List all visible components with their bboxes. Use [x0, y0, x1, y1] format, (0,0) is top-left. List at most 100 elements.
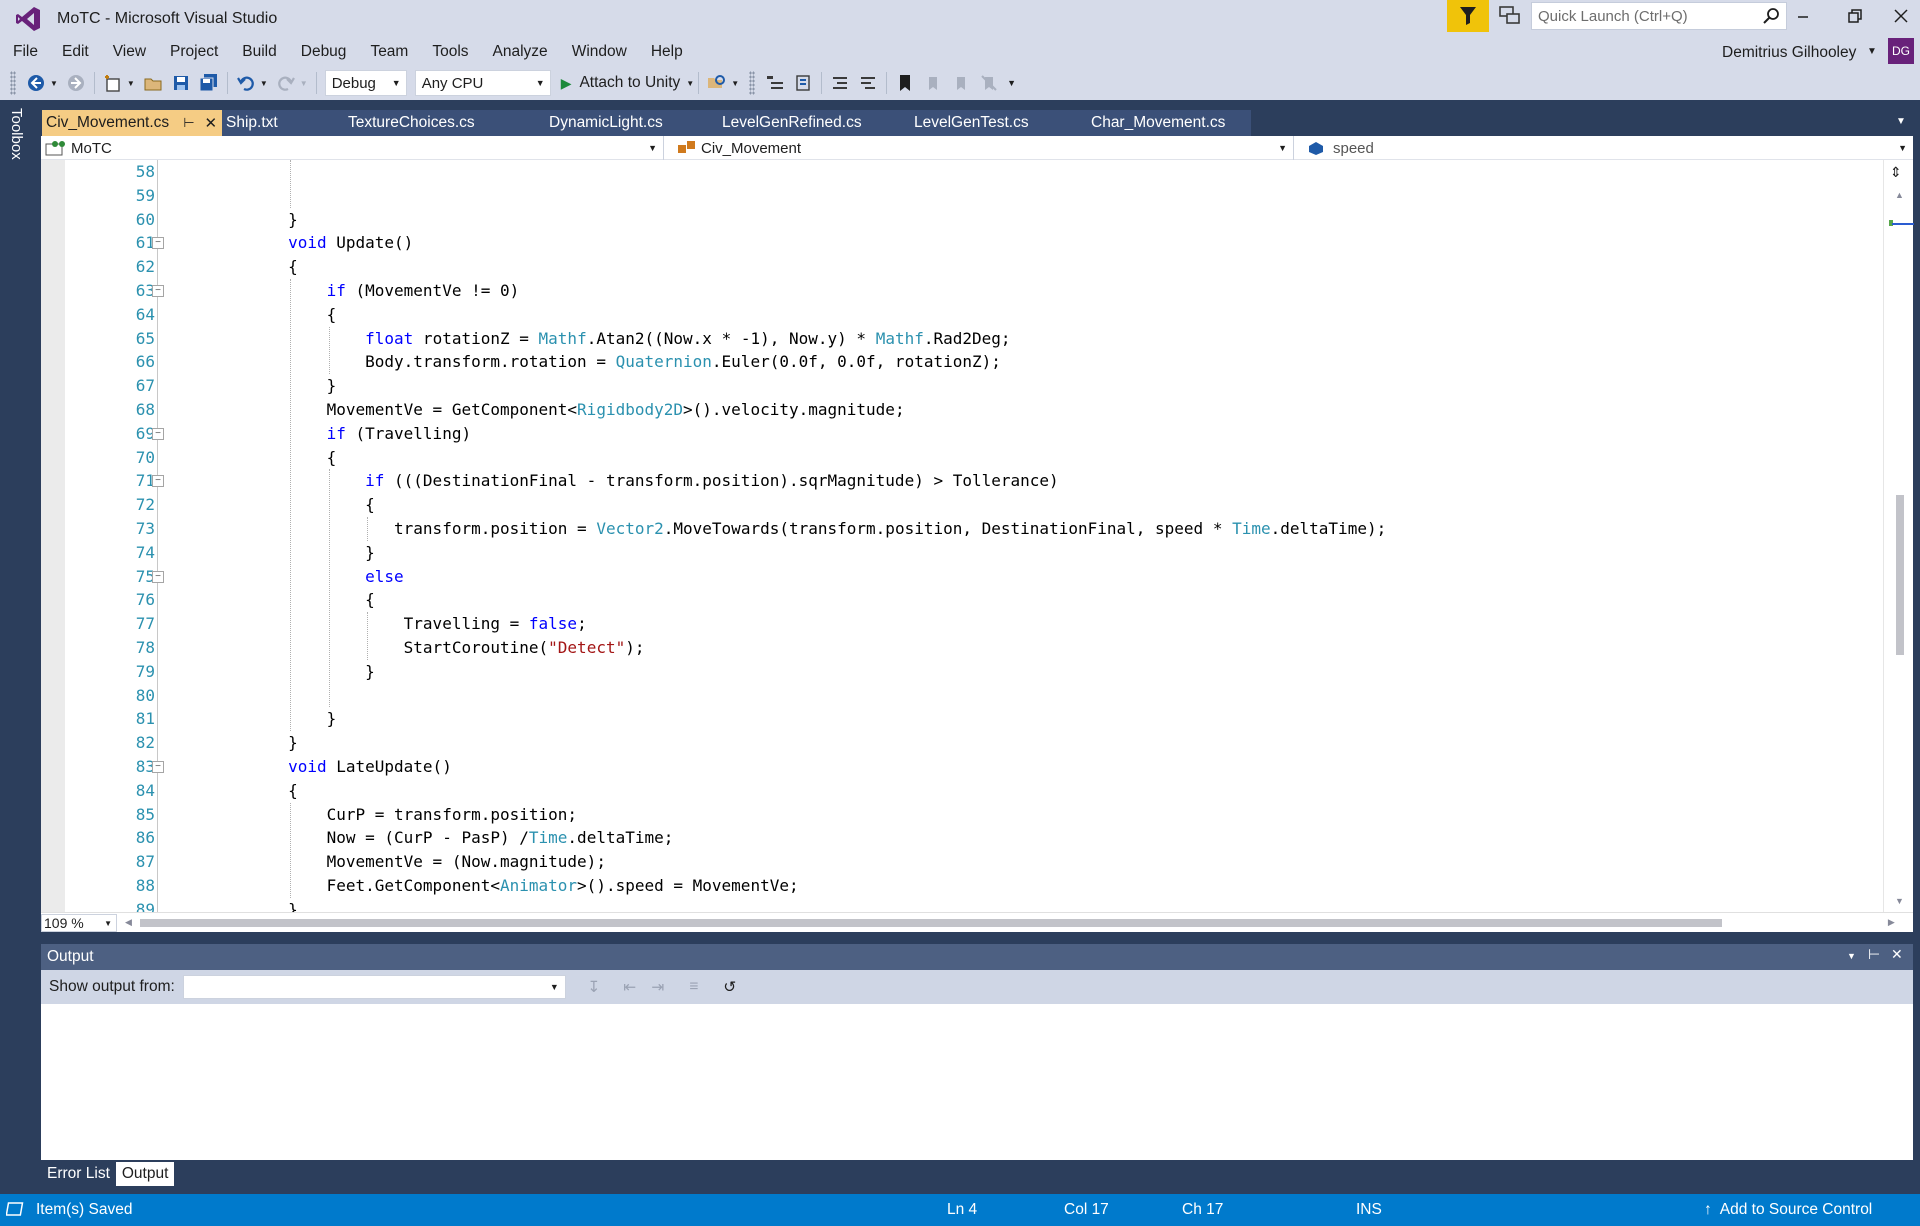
- status-insert-mode[interactable]: INS: [1356, 1201, 1382, 1219]
- scroll-up-icon[interactable]: ▲: [1895, 190, 1904, 200]
- feedback-icon[interactable]: [1496, 4, 1524, 28]
- code-line[interactable]: if (MovementVe != 0): [211, 279, 1386, 303]
- output-text-area[interactable]: [41, 1004, 1913, 1160]
- code-line[interactable]: }: [211, 707, 1386, 731]
- undo-icon[interactable]: [234, 71, 258, 95]
- code-line[interactable]: Body.transform.rotation = Quaternion.Eul…: [211, 350, 1386, 374]
- code-line[interactable]: Travelling = false;: [211, 612, 1386, 636]
- clear-bookmarks-icon[interactable]: [977, 71, 1001, 95]
- scroll-left-icon[interactable]: ◀: [125, 917, 132, 928]
- status-line[interactable]: Ln 4: [947, 1201, 977, 1219]
- scroll-down-icon[interactable]: ▼: [1895, 896, 1904, 906]
- horizontal-scroll-thumb[interactable]: [139, 918, 1722, 927]
- project-dropdown[interactable]: MoTC ▼: [41, 136, 664, 160]
- code-line[interactable]: }: [211, 374, 1386, 398]
- previous-bookmark-icon[interactable]: [921, 71, 945, 95]
- code-line[interactable]: CurP = transform.position;: [211, 803, 1386, 827]
- code-line[interactable]: else: [211, 565, 1386, 589]
- menu-file[interactable]: File: [0, 38, 50, 66]
- window-position-icon[interactable]: ▼: [1847, 951, 1856, 961]
- code-line[interactable]: Now = (CurP - PasP) /Time.deltaTime;: [211, 826, 1386, 850]
- find-message-in-code-icon[interactable]: ↧: [582, 975, 606, 999]
- bookmark-icon[interactable]: [893, 71, 917, 95]
- status-column[interactable]: Col 17: [1064, 1201, 1109, 1219]
- comment-lines-icon[interactable]: [828, 71, 852, 95]
- uncomment-lines-icon[interactable]: [856, 71, 880, 95]
- editor-vertical-scrollbar[interactable]: ⇕ ▲ ▼: [1883, 160, 1914, 912]
- tab-level-gen-refined[interactable]: LevelGenRefined.cs: [696, 110, 890, 136]
- code-line[interactable]: void Update(): [211, 231, 1386, 255]
- save-all-icon[interactable]: [197, 71, 221, 95]
- zoom-select[interactable]: 109 % ▼: [41, 913, 117, 932]
- save-icon[interactable]: [169, 71, 193, 95]
- code-line[interactable]: {: [211, 255, 1386, 279]
- menu-view[interactable]: View: [101, 38, 158, 66]
- restore-button[interactable]: [1832, 0, 1878, 32]
- close-icon[interactable]: ✕: [1891, 946, 1903, 963]
- scroll-thumb[interactable]: [1896, 495, 1904, 655]
- pin-icon[interactable]: ⊢: [1868, 946, 1880, 963]
- attach-to-unity-button[interactable]: ▶ Attach to Unity ▼: [561, 74, 695, 92]
- code-line[interactable]: transform.position = Vector2.MoveTowards…: [211, 517, 1386, 541]
- chevron-down-icon[interactable]: ▼: [50, 79, 58, 88]
- navigate-forward-icon[interactable]: [64, 71, 88, 95]
- code-lines[interactable]: } void Update() { if (MovementVe != 0) {…: [211, 160, 1386, 912]
- split-window-icon[interactable]: ⇕: [1890, 164, 1902, 181]
- tab-overflow-icon[interactable]: ▼: [1896, 116, 1906, 127]
- output-source-select[interactable]: ▼: [182, 975, 566, 999]
- code-line[interactable]: }: [211, 208, 1386, 232]
- menu-edit[interactable]: Edit: [50, 38, 101, 66]
- collapse-icon[interactable]: −: [152, 285, 164, 297]
- menu-analyze[interactable]: Analyze: [481, 38, 560, 66]
- tab-ship[interactable]: Ship.txt: [222, 110, 338, 136]
- code-line[interactable]: if (Travelling): [211, 422, 1386, 446]
- code-line[interactable]: void LateUpdate(): [211, 755, 1386, 779]
- tab-char-movement[interactable]: Char_Movement.cs: [1065, 110, 1251, 136]
- minimize-button[interactable]: [1780, 0, 1826, 32]
- code-line[interactable]: {: [211, 588, 1386, 612]
- scroll-right-icon[interactable]: ▶: [1888, 917, 1895, 928]
- collapse-icon[interactable]: −: [152, 475, 164, 488]
- chevron-down-icon[interactable]: ▼: [260, 79, 268, 88]
- go-to-next-message-icon[interactable]: ⇥: [646, 975, 670, 999]
- account-dropdown-icon[interactable]: ▼: [1867, 46, 1877, 57]
- quick-launch-input[interactable]: Quick Launch (Ctrl+Q): [1531, 2, 1787, 30]
- clear-all-icon[interactable]: ≡: [682, 975, 706, 999]
- code-line[interactable]: {: [211, 446, 1386, 470]
- avatar[interactable]: DG: [1888, 38, 1914, 64]
- toolbar-overflow-icon[interactable]: ▼: [1007, 78, 1016, 88]
- menu-debug[interactable]: Debug: [289, 38, 359, 66]
- member-dropdown[interactable]: speed ▼: [1301, 136, 1913, 160]
- indicator-margin[interactable]: [41, 160, 65, 912]
- redo-icon[interactable]: [274, 71, 298, 95]
- toolbar-grip[interactable]: [749, 71, 756, 95]
- close-window-button[interactable]: [1878, 0, 1920, 32]
- collapse-icon[interactable]: −: [152, 237, 164, 250]
- new-project-icon[interactable]: [101, 71, 125, 95]
- code-line[interactable]: if (((DestinationFinal - transform.posit…: [211, 469, 1386, 493]
- class-dropdown[interactable]: Civ_Movement ▼: [671, 136, 1294, 160]
- next-bookmark-icon[interactable]: [949, 71, 973, 95]
- chevron-down-icon[interactable]: ▼: [686, 79, 694, 88]
- tab-output[interactable]: Output: [115, 1162, 175, 1186]
- platform-select[interactable]: Any CPU ▼: [414, 70, 551, 96]
- chevron-down-icon[interactable]: ▼: [300, 79, 308, 88]
- code-line[interactable]: MovementVe = (Now.magnitude);: [211, 850, 1386, 874]
- collapse-icon[interactable]: −: [152, 761, 164, 773]
- code-line[interactable]: {: [211, 493, 1386, 517]
- tab-error-list[interactable]: Error List: [41, 1162, 116, 1186]
- code-line[interactable]: [211, 184, 1386, 208]
- open-file-icon[interactable]: [141, 71, 165, 95]
- close-icon[interactable]: ✕: [205, 114, 218, 132]
- menu-help[interactable]: Help: [639, 38, 695, 66]
- tab-civ-movement[interactable]: Civ_Movement.cs ⊢ ✕: [42, 110, 222, 136]
- collapse-icon[interactable]: −: [152, 427, 164, 440]
- tab-dynamic-light[interactable]: DynamicLight.cs: [521, 110, 696, 136]
- step-into-icon[interactable]: [763, 71, 787, 95]
- step-over-icon[interactable]: [791, 71, 815, 95]
- code-line[interactable]: }: [211, 731, 1386, 755]
- pin-icon[interactable]: ⊢: [183, 115, 194, 131]
- code-line[interactable]: {: [211, 303, 1386, 327]
- menu-project[interactable]: Project: [158, 38, 230, 66]
- chevron-down-icon[interactable]: ▼: [731, 79, 739, 88]
